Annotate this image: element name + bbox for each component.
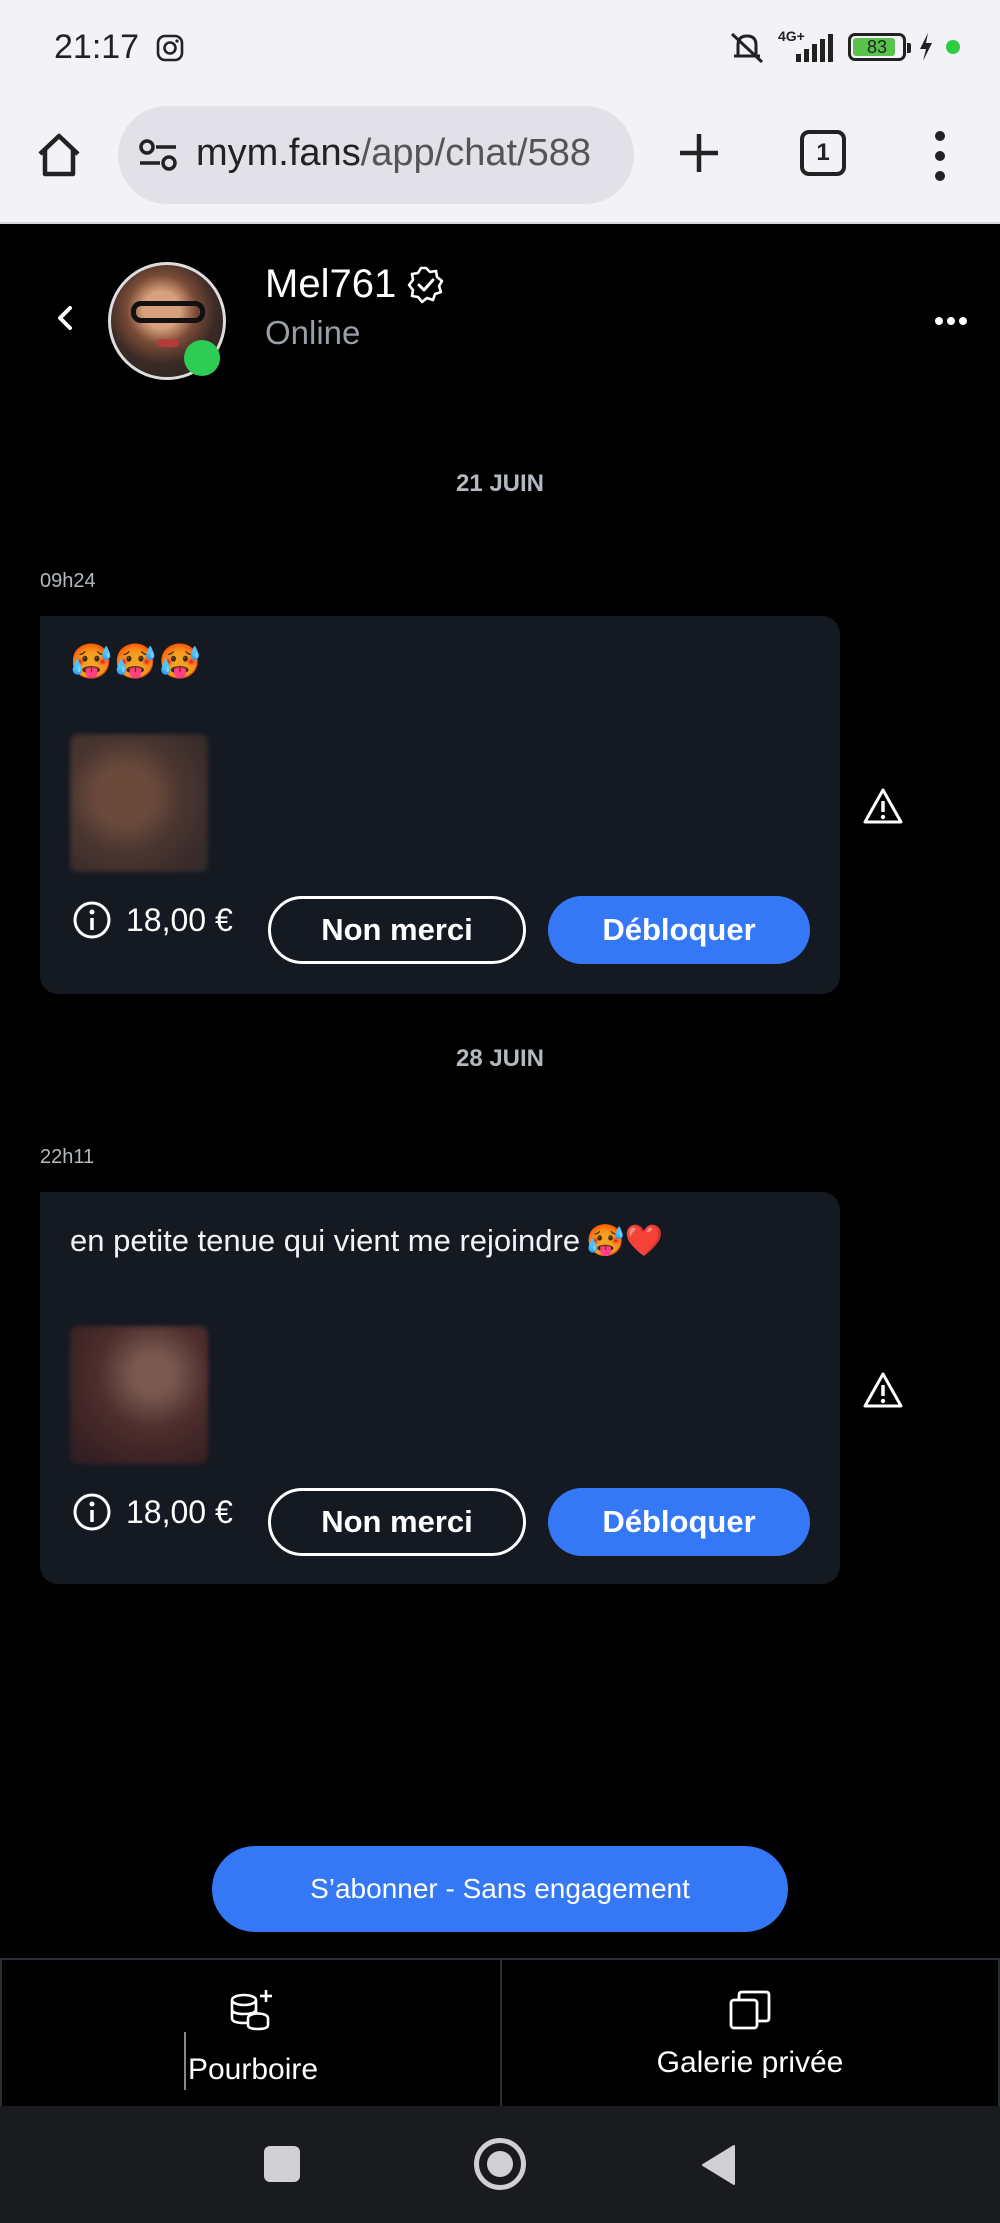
message-time: 09h24 — [40, 570, 96, 592]
online-indicator — [184, 340, 220, 376]
plus-icon[interactable] — [676, 130, 722, 176]
battery-icon: 83 — [848, 33, 911, 61]
tune-icon[interactable] — [138, 138, 178, 172]
info-icon[interactable] — [72, 1492, 112, 1532]
url-path: /app/chat/588 — [360, 132, 592, 174]
warning-icon[interactable] — [862, 1370, 904, 1410]
bottom-action-bar: Pourboire Galerie privée — [0, 1958, 1000, 2108]
message-emojis: 🥵❤️ — [586, 1223, 664, 1258]
browser-toolbar: mym.fans/app/chat/588 1 — [0, 100, 1000, 224]
status-bar: 21:17 4G+ 83 — [0, 0, 1000, 100]
gallery-icon — [729, 1990, 771, 2030]
paid-message-card: en petite tenue qui vient me rejoindre 🥵… — [40, 1192, 840, 1584]
url-domain: mym.fans — [196, 132, 361, 174]
back-icon[interactable] — [48, 296, 82, 340]
price: 18,00 € — [126, 1493, 233, 1530]
username-text: Mel761 — [265, 262, 397, 306]
battery-level: 83 — [866, 36, 888, 57]
tabs-icon[interactable]: 1 — [800, 130, 846, 176]
message-text: en petite tenue qui vient me rejoindre 🥵… — [70, 1222, 663, 1259]
info-icon[interactable] — [72, 900, 112, 940]
emoji: 🥵 — [158, 643, 202, 681]
price: 18,00 € — [126, 901, 233, 938]
emoji: 🥵 — [70, 643, 113, 681]
address-bar[interactable]: mym.fans/app/chat/588 — [118, 106, 634, 204]
tip-label: Pourboire — [2, 2042, 500, 2100]
home-icon[interactable] — [34, 130, 84, 180]
message-body: en petite tenue qui vient me rejoindre — [70, 1222, 581, 1258]
price-row: 18,00 € — [72, 900, 233, 940]
unlock-button[interactable]: Débloquer — [548, 1488, 810, 1556]
avatar-glasses — [131, 301, 205, 323]
status-time: 21:17 — [54, 28, 140, 66]
message-time: 22h11 — [40, 1146, 95, 1168]
verified-icon — [407, 266, 444, 303]
url-text[interactable]: mym.fans/app/chat/588 — [196, 132, 616, 175]
system-nav-bar — [0, 2106, 1000, 2223]
more-icon[interactable] — [934, 316, 968, 326]
tab-count: 1 — [816, 139, 830, 166]
recents-button[interactable] — [264, 2146, 300, 2182]
username[interactable]: Mel761 — [265, 262, 446, 307]
home-button[interactable] — [474, 2138, 526, 2190]
emoji: 🥵 — [114, 643, 157, 681]
mute-icon — [730, 32, 764, 64]
gallery-tab[interactable]: Galerie privée — [500, 1960, 1000, 2108]
date-separator: 28 JUIN — [455, 1045, 545, 1072]
warning-icon[interactable] — [862, 786, 904, 826]
signal-icon: 4G+ — [778, 28, 836, 64]
price-row: 18,00 € — [72, 1492, 233, 1532]
paid-message-card: 🥵 🥵 🥵 18,00 € Non merci Débloquer — [40, 616, 840, 994]
back-nav-icon[interactable] — [700, 2144, 736, 2186]
decline-button[interactable]: Non merci — [268, 1488, 526, 1556]
status-icons: 4G+ 83 — [728, 28, 960, 64]
locked-media-thumbnail[interactable] — [70, 1326, 208, 1464]
coins-plus-icon — [230, 1990, 272, 2031]
privacy-indicator — [946, 40, 960, 54]
instagram-icon — [156, 34, 184, 62]
decline-button[interactable]: Non merci — [268, 896, 526, 964]
message-emojis: 🥵 🥵 🥵 — [70, 642, 201, 682]
online-status: Online — [265, 314, 361, 351]
chat-header: Mel761 Online — [0, 226, 1000, 406]
gallery-label: Galerie privée — [656, 2046, 844, 2079]
date-separator: 21 JUIN — [455, 470, 545, 497]
unlock-button[interactable]: Débloquer — [548, 896, 810, 964]
tip-tab[interactable]: Pourboire — [0, 1960, 500, 2108]
locked-media-thumbnail[interactable] — [70, 734, 208, 872]
subscribe-button[interactable]: S’abonner - Sans engagement — [212, 1846, 788, 1932]
kebab-menu-icon[interactable] — [922, 128, 958, 184]
charging-icon — [920, 33, 932, 61]
avatar-lips — [157, 339, 179, 347]
